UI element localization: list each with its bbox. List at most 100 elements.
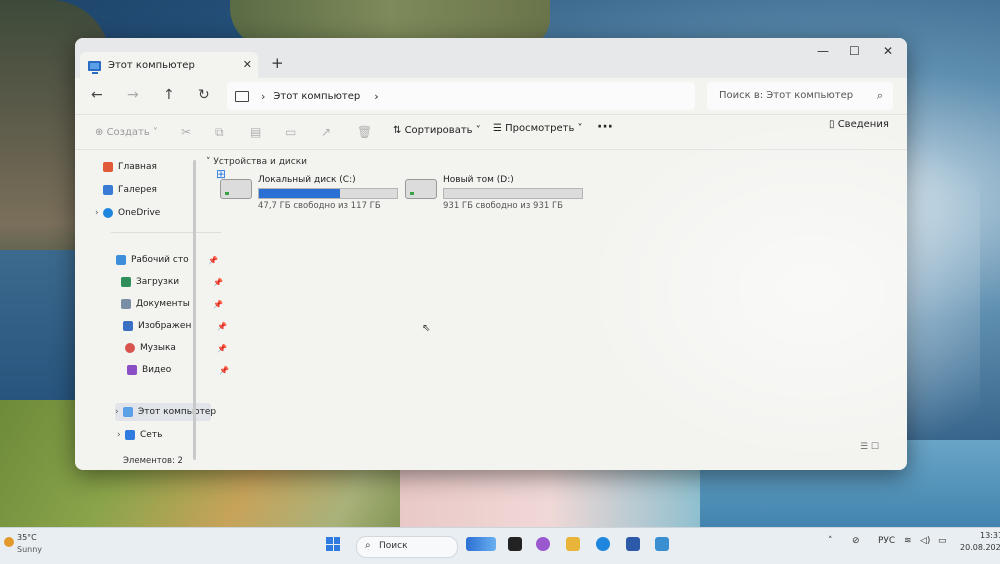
hard-drive-icon [220,179,252,199]
hard-drive-icon [405,179,437,199]
clock-time[interactable]: 13:31 [980,531,1000,540]
search-input[interactable]: Поиск в: Этот компьютер ⌕ [707,82,893,110]
taskbar: 35°C Sunny ⌕ Поиск ˄ ⊘ РУС ≋ ◁) ▭ 13:31 … [0,527,1000,564]
close-tab-icon[interactable]: ✕ [243,58,252,71]
details-label: Сведения [837,119,889,130]
start-tile [333,537,340,544]
file-explorer-icon[interactable] [566,537,580,551]
content-area: ˅ Устройства и диски ⊞ Локальный диск (C… [200,153,900,453]
minimize-icon[interactable]: — [817,44,829,58]
paste-icon[interactable]: ▤ [250,125,261,139]
sidebar-item-label: OneDrive [118,208,161,218]
tab-this-pc[interactable]: Этот компьютер ✕ [80,52,258,79]
monitor-icon [235,90,249,102]
up-icon[interactable]: ↑ [163,88,175,102]
taskbar-search-label: Поиск [379,541,408,551]
language-indicator[interactable]: РУС [878,536,895,546]
wifi-icon[interactable]: ≋ [904,536,912,546]
edge-icon[interactable] [596,537,610,551]
videos-icon [127,365,137,375]
drive-item[interactable]: Новый том (D:) 931 ГБ свободно из 931 ГБ [405,175,605,215]
address-box[interactable]: › Этот компьютер › [227,82,695,110]
gallery-icon [103,185,113,195]
sidebar-item-label: Рабочий сто [131,255,189,265]
back-icon[interactable]: ← [91,88,103,102]
sidebar-item-label: Загрузки [136,277,180,287]
mail-icon[interactable] [655,537,669,551]
address-path: Этот компьютер [273,90,361,102]
chevron-right-icon[interactable]: › [374,90,378,103]
sidebar-item-label: Галерея [118,185,157,195]
onedrive-icon [103,208,113,218]
chevron-up-icon[interactable]: ˄ [828,536,833,546]
home-icon [103,162,113,172]
drive-free-space: 931 ГБ свободно из 931 ГБ [443,201,563,211]
drive-free-space: 47,7 ГБ свободно из 117 ГБ [258,201,381,211]
weather-temperature[interactable]: 35°C [17,533,37,542]
file-explorer-window: Этот компьютер ✕ + — ☐ ✕ ← → ↑ ↻ › Этот … [75,38,907,470]
this-pc-icon [88,60,101,74]
this-pc-icon [123,407,133,417]
downloads-icon [121,277,131,287]
chevron-right-icon[interactable]: › [115,407,119,417]
taskbar-search[interactable]: ⌕ Поиск [356,536,458,558]
chevron-right-icon[interactable]: › [117,430,121,440]
task-view-icon[interactable] [508,537,522,551]
create-label: Создать [106,127,150,138]
details-button[interactable]: ▯ Сведения [829,119,889,130]
maximize-icon[interactable]: ☐ [849,44,860,58]
widget-icon[interactable] [466,537,496,551]
start-tile [333,544,340,551]
rename-icon[interactable]: ▭ [285,125,296,139]
refresh-icon[interactable]: ↻ [198,88,210,102]
view-button[interactable]: ☰ Просмотреть ˅ [493,123,583,134]
drive-item[interactable]: ⊞ Локальный диск (C:) 47,7 ГБ свободно и… [216,167,420,215]
new-tab-icon[interactable]: + [271,56,284,71]
start-tile [326,537,333,544]
weather-sun-icon[interactable] [4,537,14,547]
drive-name: Локальный диск (C:) [258,175,356,185]
desktop-icon [116,255,126,265]
volume-icon[interactable]: ◁) [920,536,930,546]
mouse-cursor-icon: ⇖ [422,323,431,334]
clock-date[interactable]: 20.08.2024 [960,543,1000,552]
status-item-count: Элементов: 2 [123,456,183,466]
network-icon [125,430,135,440]
view-label: Просмотреть [505,123,575,134]
start-button[interactable] [326,537,340,551]
title-bar: Этот компьютер ✕ + — ☐ ✕ [75,38,907,79]
sidebar-item-label: Музыка [140,343,176,353]
drive-usage-fill [259,189,341,198]
battery-icon[interactable]: ▭ [938,536,947,546]
close-window-icon[interactable]: ✕ [883,44,893,58]
sort-button[interactable]: ⇅ Сортировать ˅ [393,125,481,136]
drive-usage-bar [258,188,398,199]
more-options-icon[interactable]: ··· [597,119,613,135]
cut-icon[interactable]: ✂ [181,125,191,139]
music-icon [125,343,135,353]
drive-usage-bar [443,188,583,199]
copy-icon[interactable]: ⧉ [215,125,224,140]
share-icon[interactable]: ↗ [321,125,331,139]
sidebar-scrollbar[interactable] [193,160,196,460]
command-bar: ⊕ Создать ˅ ✂ ⧉ ▤ ▭ ↗ 🗑 ⇅ Сортировать ˅ … [75,115,907,150]
store-icon[interactable] [626,537,640,551]
forward-icon[interactable]: → [127,88,139,102]
chevron-right-icon: › [261,89,266,103]
documents-icon [121,299,131,309]
create-button[interactable]: ⊕ Создать ˅ [95,127,158,138]
drive-name: Новый том (D:) [443,175,514,185]
view-toggle-icons[interactable]: ☰ ☐ [860,442,879,452]
section-header[interactable]: ˅ Устройства и диски [206,157,307,167]
sidebar-item-label: Главная [118,162,157,172]
search-icon: ⌕ [876,89,883,102]
search-icon: ⌕ [365,540,371,551]
sidebar-item-label: Видео [142,365,172,375]
sort-label: Сортировать [404,125,473,136]
notifications-off-icon[interactable]: ⊘ [852,536,860,546]
copilot-icon[interactable] [536,537,550,551]
pictures-icon [123,321,133,331]
weather-description: Sunny [17,545,43,554]
delete-icon[interactable]: 🗑 [357,125,372,139]
chevron-right-icon[interactable]: › [95,208,99,218]
